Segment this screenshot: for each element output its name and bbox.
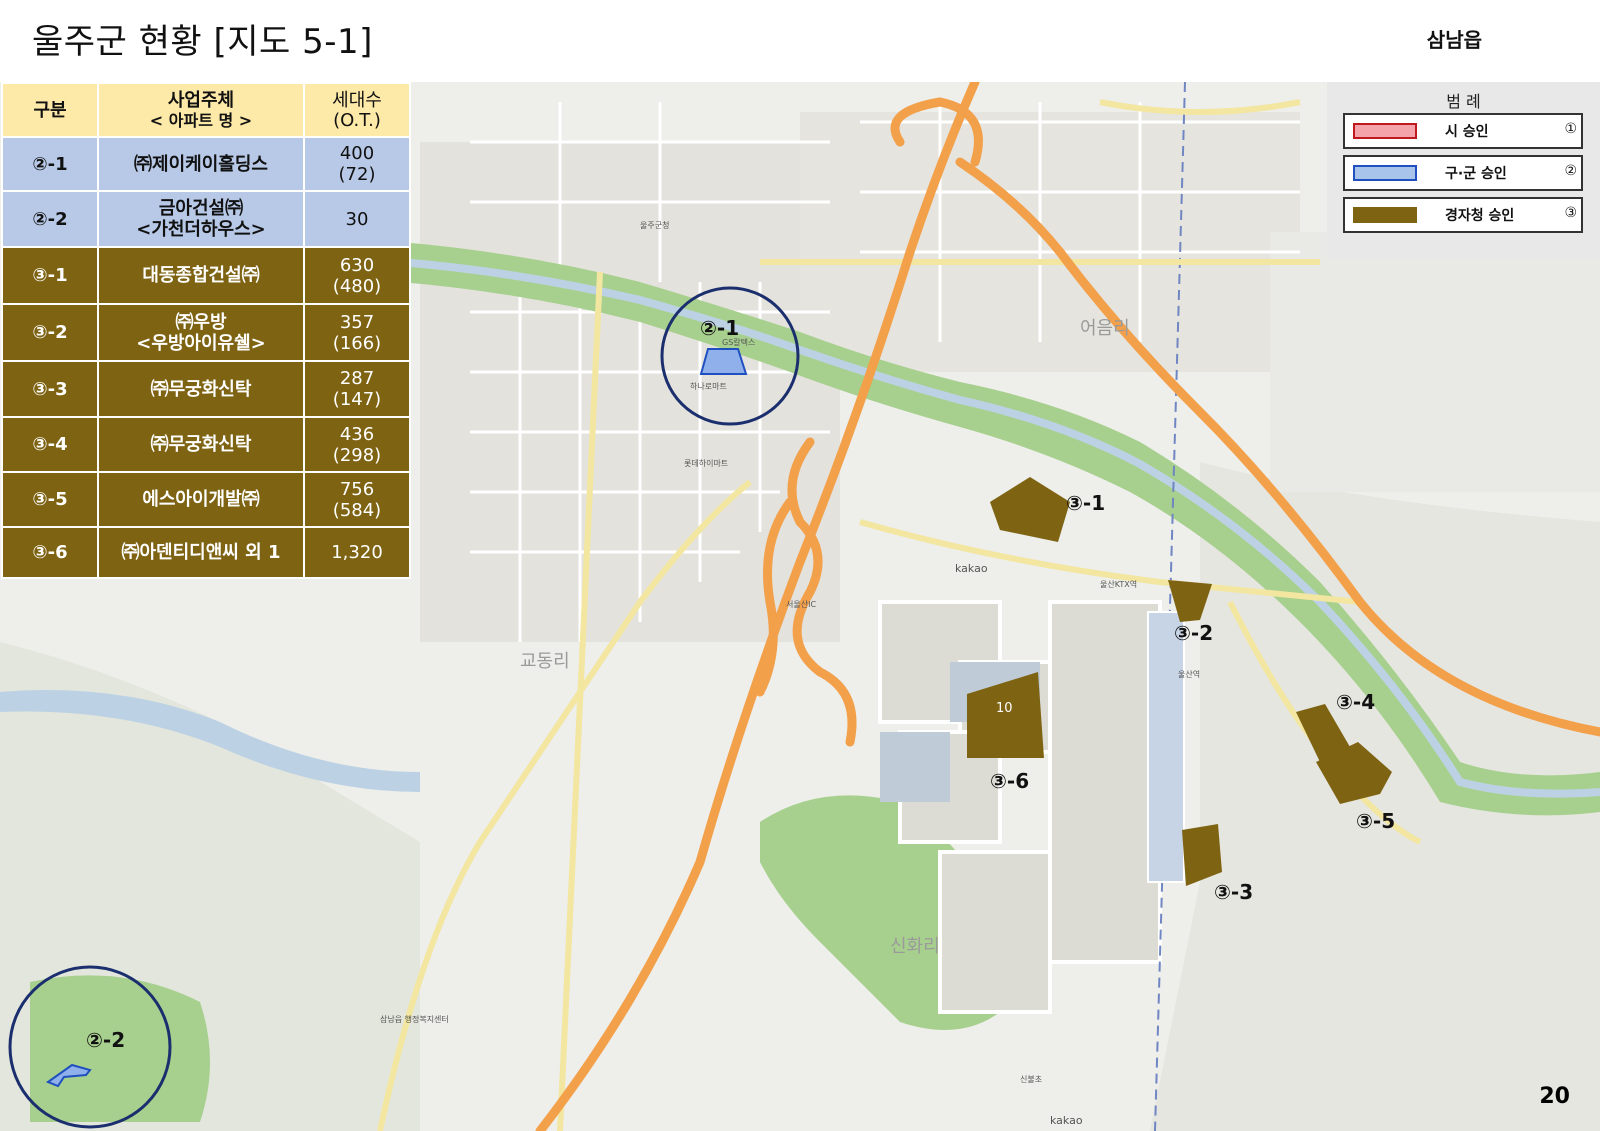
place-lotte: 롯데하이마트 (684, 458, 728, 468)
table-row: ③-5 에스아이개발㈜ 756 (584) (1, 471, 411, 528)
row-id: ③-2 (1, 303, 99, 362)
row-id: ②-1 (1, 136, 99, 192)
table-header-row: 구분 사업주체 < 아파트 명 > 세대수 (O.T.) (1, 82, 411, 138)
row-developer: 대동종합건설㈜ (97, 246, 305, 305)
place-seobu-ic: 서울산IC (786, 599, 816, 609)
legend-swatch-city (1353, 123, 1417, 139)
row-id: ③-3 (1, 360, 99, 418)
header-category: 구분 (1, 82, 99, 138)
legend-key: ③ (1564, 205, 1577, 221)
row-id: ③-1 (1, 246, 99, 305)
label-3-3: ③-3 (1214, 880, 1253, 904)
legend-item-gu: 구·군 승인 ② (1343, 155, 1583, 191)
row-developer: ㈜제이케이홀딩스 (97, 136, 305, 192)
approval-table: 구분 사업주체 < 아파트 명 > 세대수 (O.T.) ②-1 ㈜제이케이홀딩… (1, 82, 411, 579)
row-developer: 금아건설㈜ <가천더하우스> (97, 190, 305, 248)
page-title: 울주군 현황 [지도 5-1] (32, 22, 373, 62)
label-2-1: ②-1 (700, 316, 739, 340)
place-kakao-2: kakao (1050, 1114, 1083, 1127)
table-row: ③-4 ㈜무궁화신탁 436 (298) (1, 416, 411, 473)
legend-label: 구·군 승인 (1445, 166, 1507, 182)
table-row: ②-1 ㈜제이케이홀딩스 400 (72) (1, 136, 411, 192)
row-developer: ㈜우방 <우방아이유쉘> (97, 303, 305, 362)
table-row: ③-2 ㈜우방 <우방아이유쉘> 357 (166) (1, 303, 411, 362)
place-station: 울산역 (1178, 669, 1200, 679)
header-units: 세대수 (O.T.) (303, 82, 411, 138)
industrial-area (1270, 232, 1600, 492)
table-row: ②-2 금아건설㈜ <가천더하우스> 30 (1, 190, 411, 248)
legend-key: ① (1564, 121, 1577, 137)
label-3-2: ③-2 (1174, 621, 1213, 645)
place-eonyang: 어음리 (1080, 318, 1130, 339)
place-samnam-office: 삼남읍 행정복지센터 (380, 1014, 449, 1024)
row-units: 287 (147) (303, 360, 411, 418)
place-gyodong: 교동리 (520, 651, 570, 672)
label-3-1: ③-1 (1066, 491, 1105, 515)
legend-label: 경자청 승인 (1445, 208, 1515, 224)
label-3-6: ③-6 (990, 769, 1029, 793)
row-units: 630 (480) (303, 246, 411, 305)
row-id: ③-5 (1, 471, 99, 528)
row-units: 30 (303, 190, 411, 248)
row-units: 756 (584) (303, 471, 411, 528)
legend-item-city: 시 승인 ① (1343, 113, 1583, 149)
legend-key: ② (1564, 163, 1577, 179)
label-3-5: ③-5 (1356, 809, 1395, 833)
legend-swatch-fez (1353, 207, 1417, 223)
legend-label: 시 승인 (1445, 124, 1489, 140)
legend-item-fez: 경자청 승인 ③ (1343, 197, 1583, 233)
page-number: 20 (1539, 1084, 1570, 1109)
row-developer: ㈜아덴티디앤씨 외 1 (97, 526, 305, 579)
place-hanaro: 하나로마트 (690, 381, 727, 391)
row-developer: ㈜무궁화신탁 (97, 416, 305, 473)
label-3-4: ③-4 (1336, 690, 1375, 714)
parcel-2-1[interactable] (699, 348, 748, 375)
place-gs-caltex: GS칼텍스 (722, 337, 755, 347)
legend-swatch-gu (1353, 165, 1417, 181)
legend-title: 범 례 (1446, 92, 1481, 111)
station-platform (1147, 611, 1185, 883)
row-units: 400 (72) (303, 136, 411, 192)
row-developer: ㈜무궁화신탁 (97, 360, 305, 418)
place-ulju-office: 울주군청 (640, 221, 669, 230)
region-name: 삼남읍 (1426, 28, 1482, 52)
row-units: 1,320 (303, 526, 411, 579)
label-2-2: ②-2 (86, 1028, 125, 1052)
row-id: ③-4 (1, 416, 99, 473)
row-id: ③-6 (1, 526, 99, 579)
place-ktx: 울산KTX역 (1100, 579, 1137, 589)
header-developer: 사업주체 < 아파트 명 > (97, 82, 305, 138)
row-units: 357 (166) (303, 303, 411, 362)
urban-area-west (420, 142, 840, 642)
table-row: ③-6 ㈜아덴티디앤씨 외 1 1,320 (1, 526, 411, 579)
place-kakao-1: kakao (955, 562, 988, 575)
block-number: 10 (996, 701, 1013, 716)
row-id: ②-2 (1, 190, 99, 248)
place-sinbul: 신불초 (1020, 1074, 1042, 1084)
legend: 범 례 시 승인 ① 구·군 승인 ② 경자청 승인 ③ (1327, 82, 1600, 258)
place-sinhwa: 신화리 (890, 936, 940, 957)
table-row: ③-3 ㈜무궁화신탁 287 (147) (1, 360, 411, 418)
row-units: 436 (298) (303, 416, 411, 473)
table-row: ③-1 대동종합건설㈜ 630 (480) (1, 246, 411, 305)
row-developer: 에스아이개발㈜ (97, 471, 305, 528)
